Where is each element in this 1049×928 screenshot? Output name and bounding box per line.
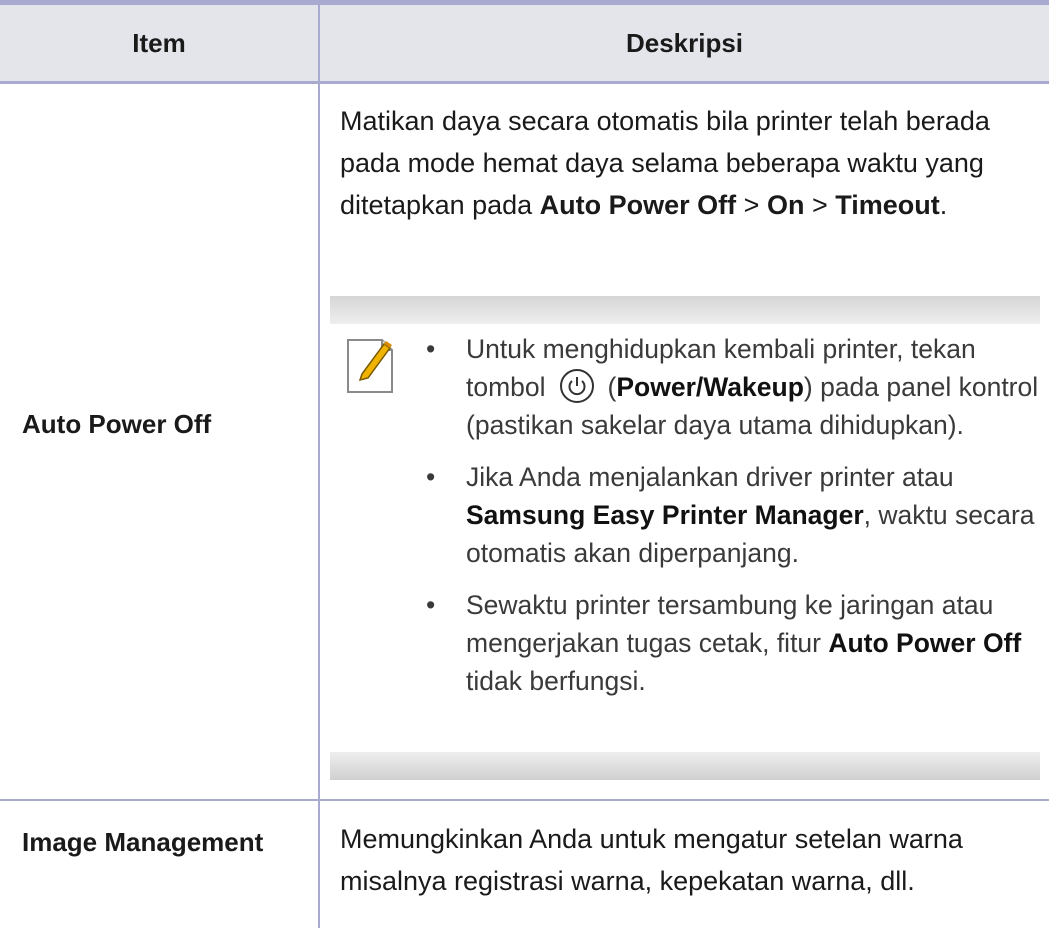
note-box: • Untuk menghidupkan kembali printer, te… (330, 296, 1040, 780)
bullet-text: tidak berfungsi. (466, 666, 646, 696)
header-description: Deskripsi (625, 28, 744, 58)
note-pencil-icon (342, 334, 398, 398)
row-item-auto-power-off: Auto Power Off (22, 409, 212, 439)
header-bottom-rule (0, 81, 1049, 84)
list-item: • Untuk menghidupkan kembali printer, te… (426, 334, 1039, 440)
column-divider (318, 5, 320, 928)
desc-bold-on: On (766, 190, 805, 220)
list-item: • Sewaktu printer tersambung ke jaringan… (426, 590, 1022, 696)
row-item-image-management: Image Management (22, 827, 264, 857)
settings-table: Item Deskripsi Auto Power Off Matikan da… (0, 0, 1049, 928)
note-bullet-list: • Untuk menghidupkan kembali printer, te… (400, 330, 1040, 714)
desc-bold-timeout: Timeout (835, 190, 940, 220)
list-item: • Jika Anda menjalankan driver printer a… (426, 462, 1035, 568)
header-item: Item (132, 28, 186, 58)
power-icon (559, 369, 594, 403)
row-description-auto-power-off: Matikan daya secara otomatis bila printe… (340, 100, 1040, 226)
desc-end: . (939, 190, 948, 220)
desc-sep: > (804, 190, 836, 220)
note-top-band (330, 296, 1040, 324)
row-description-image-management: Memungkinkan Anda untuk mengatur setelan… (340, 824, 963, 896)
bullet-bold: Auto Power Off (828, 628, 1022, 658)
row-divider (0, 799, 1049, 801)
desc-sep: > (736, 190, 767, 220)
desc-bold-auto-power-off: Auto Power Off (539, 190, 737, 220)
bullet-bold: Samsung Easy Printer Manager (466, 500, 864, 530)
bullet-text: Jika Anda menjalankan driver printer ata… (466, 462, 954, 492)
bullet-bold: Power/Wakeup (616, 372, 804, 402)
note-bottom-band (330, 752, 1040, 780)
